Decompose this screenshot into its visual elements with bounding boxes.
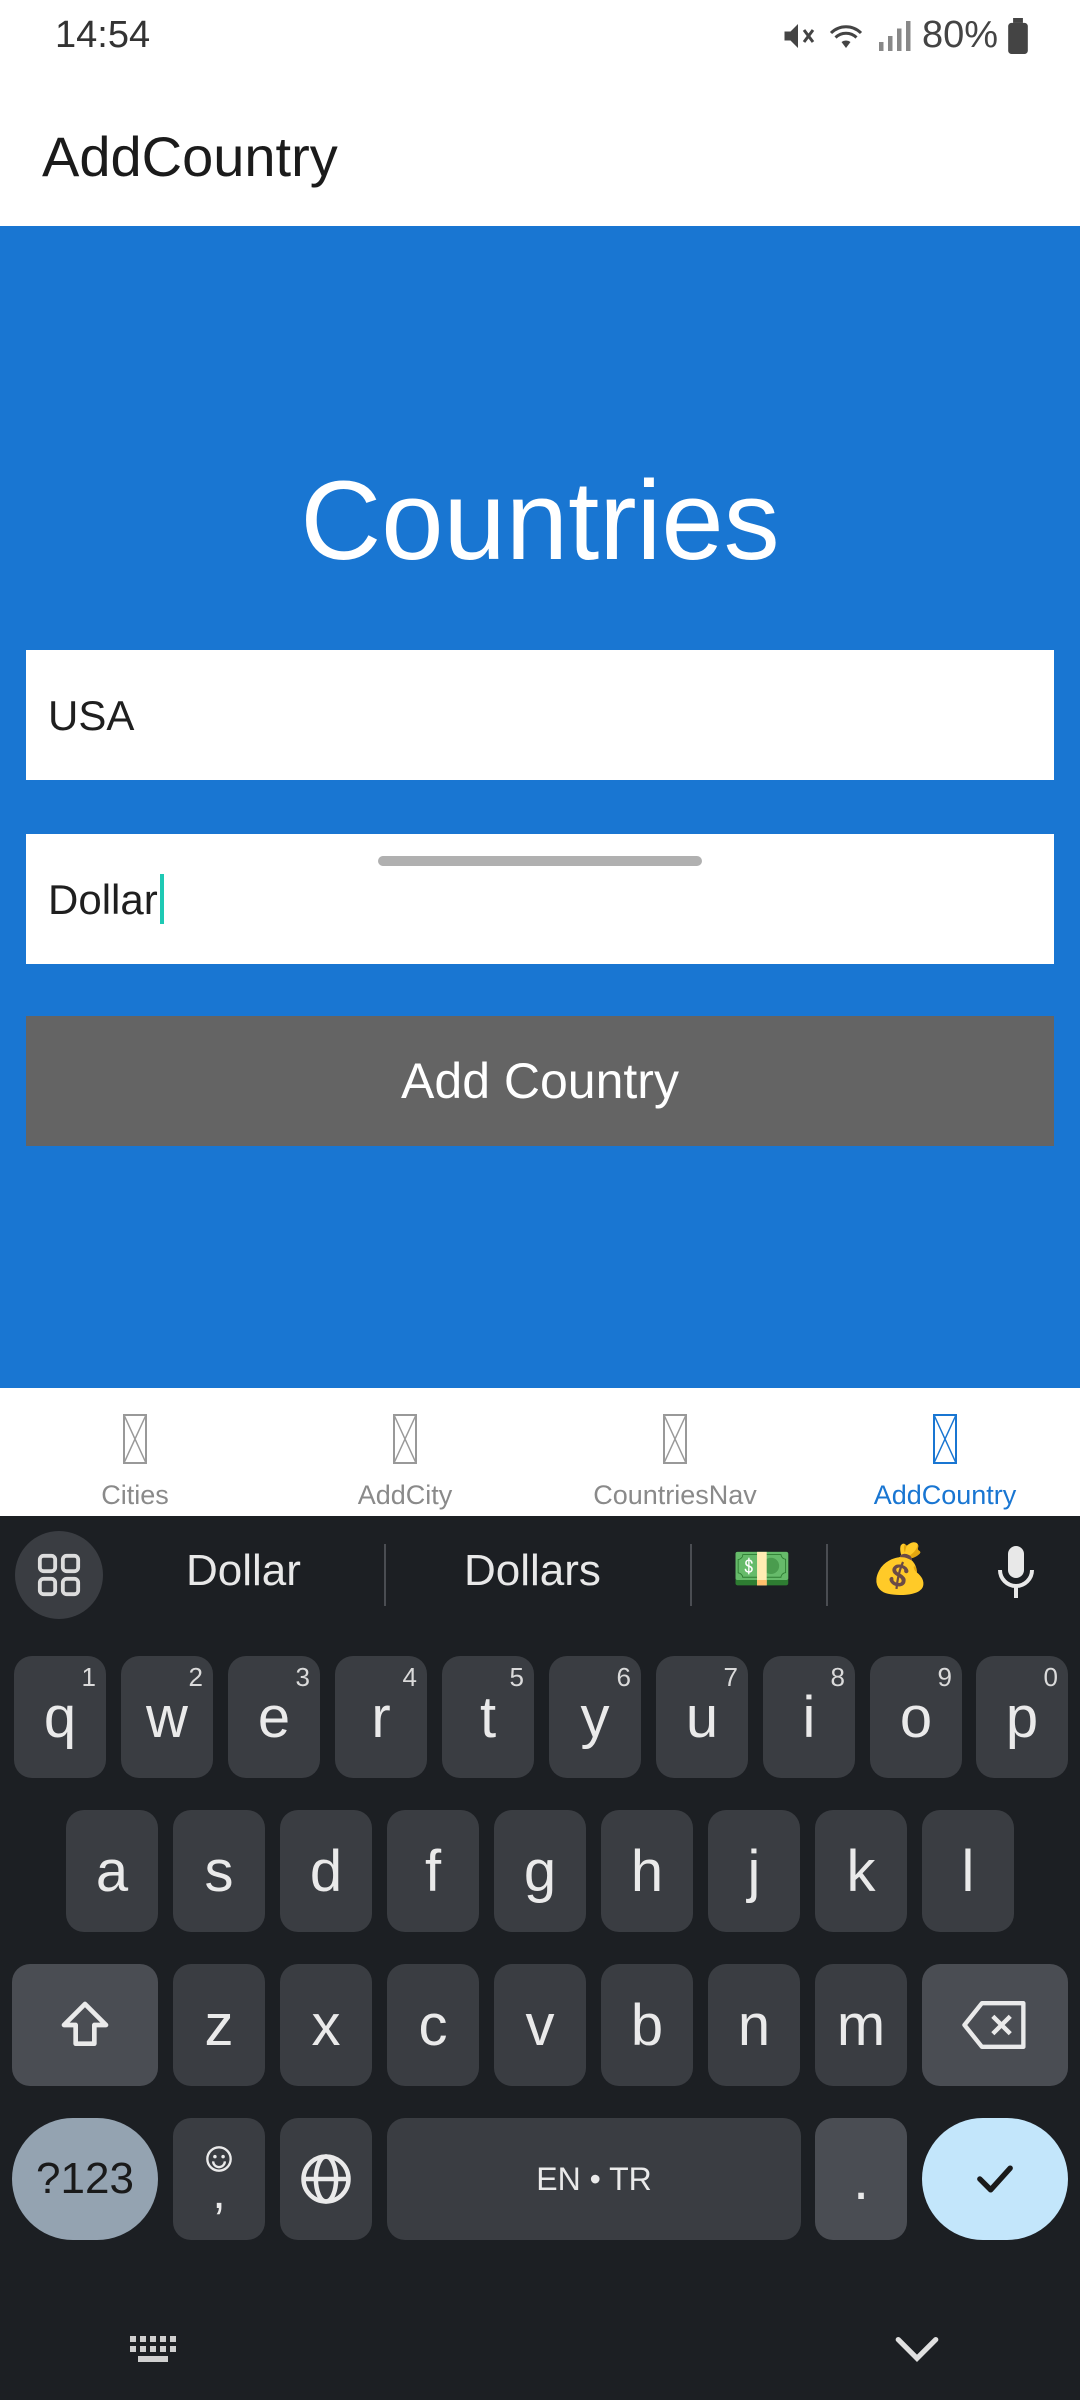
key-x[interactable]: x [280, 1964, 372, 2086]
key-o[interactable]: o9 [870, 1656, 962, 1778]
mute-icon [784, 23, 815, 48]
text-cursor [159, 873, 164, 924]
key-s[interactable]: s [173, 1810, 265, 1932]
done-key[interactable] [922, 2118, 1068, 2240]
space-key[interactable]: EN • TR [387, 2118, 801, 2240]
add-country-button[interactable]: Add Country [26, 1016, 1054, 1146]
key-a[interactable]: a [66, 1810, 158, 1932]
grid-icon [37, 1553, 81, 1597]
home-indicator[interactable] [378, 856, 702, 866]
tab-addcity[interactable]: AddCity [270, 1388, 540, 1516]
country-name-value: USA [48, 692, 135, 739]
keyboard-nav-row [0, 2314, 1080, 2400]
suggestion-dollar[interactable]: Dollar [186, 1546, 301, 1596]
signal-icon [878, 20, 911, 51]
key-y[interactable]: y6 [549, 1656, 641, 1778]
country-name-field[interactable]: USA [26, 650, 1054, 780]
currency-value: Dollar [48, 876, 158, 923]
wifi-icon [829, 24, 863, 48]
soft-keyboard: Dollar Dollars 💵 💰 q1 w2 e3 r4 t5 y6 u7 … [0, 1516, 1080, 2400]
backspace-icon [962, 2001, 1026, 2049]
key-m[interactable]: m [815, 1964, 907, 2086]
battery-icon [1008, 17, 1028, 54]
key-f[interactable]: f [387, 1810, 479, 1932]
key-w[interactable]: w2 [121, 1656, 213, 1778]
tab-label: AddCity [357, 1480, 453, 1510]
language-key[interactable] [280, 2118, 372, 2240]
period-key[interactable]: . [815, 2118, 907, 2240]
placeholder-icon [123, 1414, 147, 1464]
key-v[interactable]: v [494, 1964, 586, 2086]
key-r[interactable]: r4 [335, 1656, 427, 1778]
shift-icon [61, 2001, 109, 2046]
tab-label: CountriesNav [593, 1480, 757, 1510]
placeholder-icon [393, 1414, 417, 1464]
key-b[interactable]: b [601, 1964, 693, 2086]
chevron-down-icon[interactable] [892, 2332, 942, 2368]
status-icons: 80% [780, 14, 1028, 57]
bottom-tab-bar: Cities AddCity CountriesNav AddCountry [0, 1388, 1080, 1516]
placeholder-icon [663, 1414, 687, 1464]
tab-label: AddCountry [873, 1480, 1017, 1510]
tab-countriesnav[interactable]: CountriesNav [540, 1388, 810, 1516]
checkmark-icon [977, 2165, 1013, 2193]
key-n[interactable]: n [708, 1964, 800, 2086]
key-p[interactable]: p0 [976, 1656, 1068, 1778]
shift-key[interactable] [12, 1964, 158, 2086]
divider [826, 1544, 828, 1606]
main-content: Countries USA Dollar Add Country [0, 226, 1080, 1388]
divider [384, 1544, 386, 1606]
key-c[interactable]: c [387, 1964, 479, 2086]
microphone-icon [998, 1546, 1034, 1598]
tab-cities[interactable]: Cities [0, 1388, 270, 1516]
tab-label: Cities [101, 1480, 169, 1510]
key-e[interactable]: e3 [228, 1656, 320, 1778]
symbols-key[interactable]: ?123 [12, 2118, 158, 2240]
key-h[interactable]: h [601, 1810, 693, 1932]
tab-addcountry[interactable]: AddCountry [810, 1388, 1080, 1516]
currency-field[interactable]: Dollar [26, 834, 1054, 964]
keyboard-switch-icon[interactable] [128, 2334, 180, 2364]
placeholder-icon [933, 1414, 957, 1464]
app-bar: AddCountry [0, 80, 1080, 226]
key-z[interactable]: z [173, 1964, 265, 2086]
battery-percent: 80% [921, 14, 998, 56]
countries-heading: Countries [300, 458, 780, 583]
page-title: AddCountry [42, 125, 338, 188]
suggestion-dollars[interactable]: Dollars [464, 1546, 601, 1596]
key-u[interactable]: u7 [656, 1656, 748, 1778]
backspace-key[interactable] [922, 1964, 1068, 2086]
key-q[interactable]: q1 [14, 1656, 106, 1778]
emoji-suggestion-banknote[interactable]: 💵 [732, 1540, 792, 1597]
key-k[interactable]: k [815, 1810, 907, 1932]
comma-label: , [212, 2166, 226, 2219]
key-l[interactable]: l [922, 1810, 1014, 1932]
key-j[interactable]: j [708, 1810, 800, 1932]
globe-icon [301, 2154, 351, 2204]
emoji-comma-key[interactable]: , [173, 2118, 265, 2240]
key-t[interactable]: t5 [442, 1656, 534, 1778]
status-time: 14:54 [55, 14, 151, 56]
key-g[interactable]: g [494, 1810, 586, 1932]
microphone-button[interactable] [992, 1544, 1040, 1609]
key-d[interactable]: d [280, 1810, 372, 1932]
apps-grid-button[interactable] [15, 1531, 103, 1619]
suggestion-bar: Dollar Dollars 💵 💰 [0, 1516, 1080, 1634]
divider [690, 1544, 692, 1606]
key-i[interactable]: i8 [763, 1656, 855, 1778]
emoji-suggestion-moneybag[interactable]: 💰 [870, 1540, 930, 1597]
status-bar: 14:54 80% [0, 0, 1080, 80]
